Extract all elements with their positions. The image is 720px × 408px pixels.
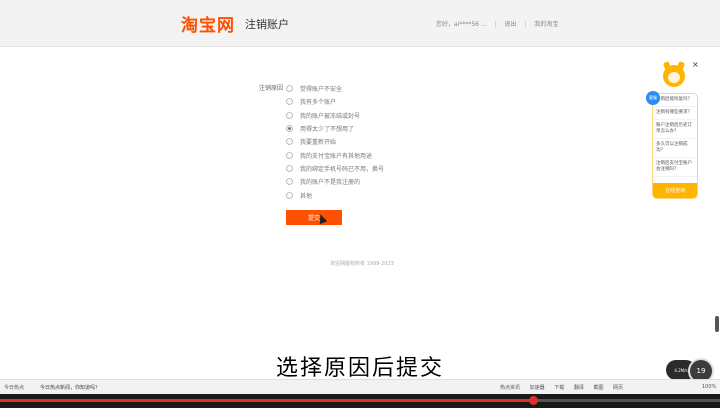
- link-separator: |: [494, 21, 497, 28]
- option-label: 用得太少了不想用了: [300, 126, 355, 134]
- option-label: 我要重新开始: [300, 139, 337, 147]
- status-tools: 热点资讯 加速器 下载 翻译 截图 网页: [500, 384, 631, 391]
- browser-status-bar: 今日热点 今日热点新闻，你知道吗？ 热点资讯 加速器 下载 翻译 截图 网页 1…: [0, 379, 720, 394]
- top-bar: 淘宝网 注销账户 您好，ai****56 ... | 退出 | 我的淘宝: [0, 0, 720, 47]
- radio-button[interactable]: [286, 125, 293, 133]
- radio-button[interactable]: [286, 151, 293, 159]
- radio-button[interactable]: [286, 178, 293, 186]
- tool-screenshot[interactable]: 截图: [593, 385, 603, 391]
- option-label: 我有多个账户: [300, 99, 337, 107]
- tool-accelerator[interactable]: 加速器: [530, 385, 545, 391]
- reason-option[interactable]: 觉得账户不安全: [286, 82, 416, 95]
- reason-option[interactable]: 我有多个账户: [286, 95, 416, 108]
- progress-knob[interactable]: [528, 396, 538, 405]
- radio-button[interactable]: [286, 111, 293, 119]
- radio-button[interactable]: [286, 98, 293, 106]
- video-progress-fill: [0, 399, 533, 402]
- option-label: 我的账户不是我注册的: [300, 179, 361, 187]
- tool-web[interactable]: 网页: [613, 385, 623, 391]
- reason-option[interactable]: 我的支付宝账户有其他用途: [286, 148, 416, 161]
- radio-button[interactable]: [286, 138, 293, 146]
- option-label: 我的绑定手机号码已不用，换号: [300, 165, 385, 173]
- header-links: 您好，ai****56 ... | 退出 | 我的淘宝: [436, 19, 564, 28]
- radio-button[interactable]: [286, 164, 293, 172]
- page-title: 注销账户: [245, 18, 289, 31]
- faq-item[interactable]: 注销后支付宝账户会注销吗？: [653, 158, 697, 177]
- option-label: 我的支付宝账户有其他用途: [300, 152, 373, 160]
- option-label: 我的账户被冻结或封号: [300, 112, 361, 120]
- reason-option[interactable]: 我要重新开始: [286, 135, 416, 148]
- reason-option[interactable]: 其他: [286, 188, 416, 201]
- faq-item[interactable]: 多久可以注销成功？: [653, 139, 697, 158]
- zoom-level[interactable]: 100%: [702, 384, 716, 390]
- news-ticker[interactable]: 今日热点新闻，你知道吗？: [40, 384, 100, 391]
- my-taobao-link[interactable]: 我的淘宝: [534, 21, 558, 28]
- reason-option[interactable]: 我的账户不是我注册的: [286, 175, 416, 188]
- logout-link[interactable]: 退出: [504, 21, 516, 28]
- video-control-bar: [0, 394, 720, 408]
- online-consult-button[interactable]: 在线咨询: [653, 183, 697, 198]
- tool-hot[interactable]: 热点资讯: [500, 385, 520, 391]
- reason-options: 觉得账户不安全 我有多个账户 我的账户被冻结或封号 用得太少了不想用了 我要重新…: [286, 82, 416, 202]
- scrollbar-thumb[interactable]: [715, 316, 719, 332]
- reason-option[interactable]: 我的账户被冻结或封号: [286, 109, 416, 122]
- service-badge-icon[interactable]: 客服: [646, 91, 660, 105]
- close-icon[interactable]: ×: [692, 60, 699, 69]
- tool-translate[interactable]: 翻译: [574, 385, 584, 391]
- taobao-logo[interactable]: 淘宝网: [181, 11, 235, 36]
- radio-button[interactable]: [286, 85, 293, 93]
- assistant-widget: × 注销后能恢复吗？ 注销有哪些要求？ 账户注销后历史订单怎么办？ 多久可以注销…: [646, 60, 699, 199]
- user-greeting-link[interactable]: 您好，ai****56 ...: [436, 21, 487, 28]
- tool-download[interactable]: 下载: [554, 385, 564, 391]
- faq-item[interactable]: 注销有哪些要求？: [653, 107, 697, 120]
- option-label: 其他: [300, 192, 313, 200]
- submit-button[interactable]: 提交: [286, 210, 342, 225]
- option-label: 觉得账户不安全: [300, 86, 343, 94]
- reason-option[interactable]: 用得太少了不想用了: [286, 122, 416, 135]
- video-subtitle: 选择原因后提交: [275, 356, 444, 381]
- video-progress-bar[interactable]: [0, 396, 720, 405]
- assistant-panel: 注销后能恢复吗？ 注销有哪些要求？ 账户注销后历史订单怎么办？ 多久可以注销成功…: [652, 93, 698, 199]
- mascot-icon[interactable]: [659, 60, 689, 90]
- radio-button[interactable]: [286, 191, 293, 199]
- copyright-text: 淘宝网版权所有 1999-2023: [330, 261, 394, 267]
- faq-item[interactable]: 账户注销后历史订单怎么办？: [653, 120, 697, 139]
- hot-news-label[interactable]: 今日热点: [4, 384, 24, 391]
- reason-option[interactable]: 我的绑定手机号码已不用，换号: [286, 162, 416, 175]
- reason-label: 注销原因: [259, 85, 284, 92]
- link-separator: |: [524, 21, 527, 28]
